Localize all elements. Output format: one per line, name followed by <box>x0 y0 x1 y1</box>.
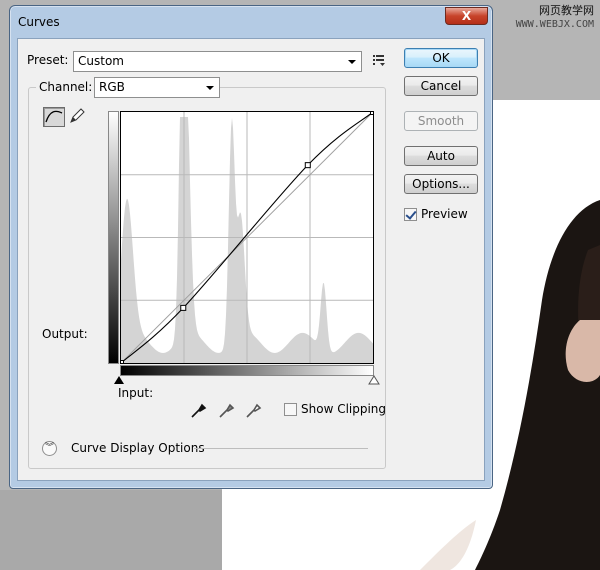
control-point[interactable] <box>304 162 311 169</box>
show-clipping-label: Show Clipping <box>301 402 387 416</box>
show-clipping-checkbox[interactable] <box>284 403 297 416</box>
preset-label: Preset: <box>27 53 69 67</box>
chevron-down-icon <box>206 86 214 90</box>
list-menu-icon[interactable] <box>372 53 386 67</box>
black-eyedropper-icon[interactable] <box>190 401 208 419</box>
pencil-icon <box>70 108 85 123</box>
preset-dropdown[interactable]: Custom <box>73 51 362 72</box>
curve-point-icon <box>45 110 63 123</box>
cancel-button[interactable]: Cancel <box>404 76 478 96</box>
options-button[interactable]: Options... <box>404 174 478 194</box>
channel-label: Channel: <box>36 80 96 94</box>
chevron-down-icon <box>348 60 356 64</box>
channel-value: RGB <box>99 80 125 94</box>
watermark: 网页教学网 WWW.WEBJX.COM <box>516 4 594 32</box>
preview-label: Preview <box>421 207 468 221</box>
window-title: Curves <box>18 15 60 29</box>
control-point[interactable] <box>180 304 187 311</box>
channel-dropdown[interactable]: RGB <box>94 77 220 98</box>
ok-button[interactable]: OK <box>404 48 478 68</box>
black-point-slider[interactable] <box>113 375 125 385</box>
curve-mode-button[interactable] <box>43 107 65 127</box>
control-point[interactable] <box>370 109 376 115</box>
input-label: Input: <box>118 386 154 400</box>
curves-plot[interactable] <box>118 109 376 366</box>
workspace-background <box>0 490 222 570</box>
divider <box>194 448 368 449</box>
preview-checkbox[interactable] <box>404 208 417 221</box>
close-icon: X <box>461 9 472 23</box>
smooth-button: Smooth <box>404 111 478 131</box>
output-label: Output: <box>42 327 88 341</box>
white-point-slider[interactable] <box>368 375 380 385</box>
dialog-body: Preset: Custom OK Cancel Smooth Auto Opt… <box>17 38 485 481</box>
input-gradient-bar <box>120 365 374 376</box>
curves-dialog: Curves X Preset: Custom OK Cancel Smooth… <box>9 5 493 489</box>
close-button[interactable]: X <box>445 7 488 25</box>
gray-eyedropper-icon[interactable] <box>218 401 236 419</box>
watermark-line2: WWW.WEBJX.COM <box>515 19 594 30</box>
output-gradient-bar <box>108 111 119 364</box>
auto-button[interactable]: Auto <box>404 146 478 166</box>
preset-value: Custom <box>78 54 124 68</box>
curves-graph[interactable] <box>118 109 376 366</box>
watermark-line1: 网页教学网 <box>539 4 594 17</box>
title-bar[interactable]: Curves X <box>10 6 492 38</box>
curve-display-options-label[interactable]: Curve Display Options <box>71 441 205 455</box>
white-eyedropper-icon[interactable] <box>245 401 263 419</box>
control-point[interactable] <box>118 360 124 366</box>
pencil-mode-button[interactable] <box>67 107 89 127</box>
expand-chevron-icon[interactable]: ︾ <box>42 441 57 456</box>
